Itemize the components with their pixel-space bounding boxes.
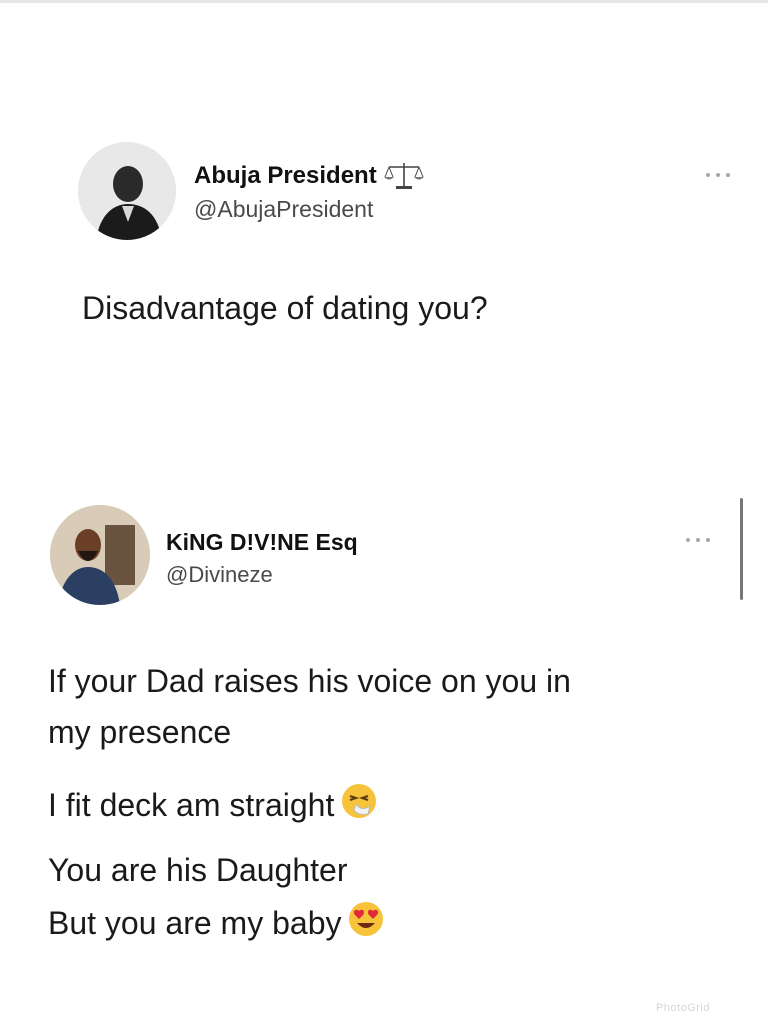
more-options-icon[interactable] (686, 535, 710, 545)
tweet-line-5: But you are my baby (48, 904, 342, 941)
screenshot-page: Abuja President @AbujaPresident Disadvan… (0, 0, 768, 1020)
tweet-line-3-row: I fit deck am straight (48, 782, 378, 828)
scales-icon (383, 161, 425, 191)
handle[interactable]: @Divineze (166, 562, 273, 588)
display-name[interactable]: KiNG D!V!NE Esq (166, 529, 358, 556)
more-options-icon[interactable] (706, 170, 730, 180)
tweet2-name-row: KiNG D!V!NE Esq (166, 527, 358, 557)
tweet-line-4: You are his Daughter (48, 852, 348, 888)
handle[interactable]: @AbujaPresident (194, 196, 373, 223)
avatar-king-divine[interactable] (50, 505, 150, 605)
tweet-line-3: I fit deck am straight (48, 786, 335, 823)
tweet-line-5-row: But you are my baby (48, 900, 385, 946)
profile-photo-icon (78, 142, 176, 240)
tweet-text: Disadvantage of dating you? (82, 290, 488, 326)
reply-tweet[interactable]: KiNG D!V!NE Esq @Divineze If your Dad ra… (0, 480, 768, 1000)
scrollbar[interactable] (740, 498, 743, 600)
tweet1-name-row: Abuja President (194, 160, 425, 192)
profile-photo-icon (50, 505, 150, 605)
watermark: PhotoGrid (655, 1002, 710, 1014)
heart-eyes-emoji-icon (347, 900, 385, 946)
display-name[interactable]: Abuja President (194, 162, 377, 190)
sneezing-face-emoji-icon (340, 782, 378, 828)
tweet-line-1: If your Dad raises his voice on you in (48, 663, 571, 699)
avatar-abuja-president[interactable] (78, 142, 176, 240)
quoted-tweet[interactable]: Abuja President @AbujaPresident Disadvan… (0, 0, 768, 400)
tweet-line-2: my presence (48, 714, 232, 750)
